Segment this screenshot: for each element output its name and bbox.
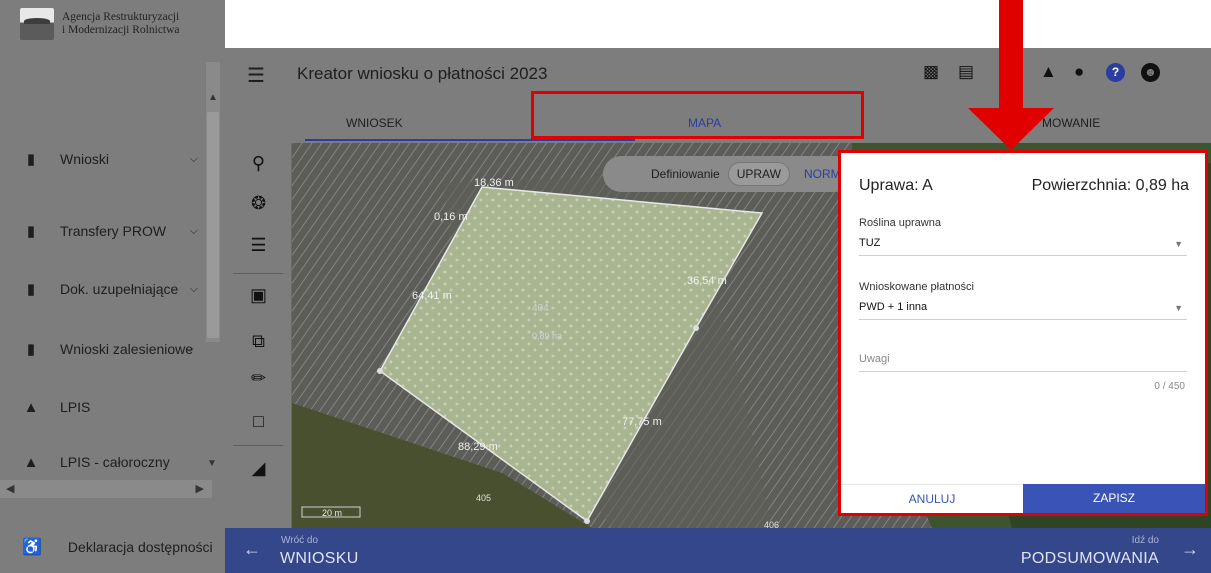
save-button[interactable]: ZAPISZ (1023, 484, 1205, 513)
sidebar-item-label: LPIS (60, 399, 91, 415)
definition-mode-toggle[interactable]: Definiowanie UPRAW NORM (603, 156, 853, 192)
clipboard-icon: ▮ (26, 281, 36, 298)
map-toolbar: ⚲ ❂ ☰ ▣ ⧉ ✏ □ ◢ (225, 143, 292, 528)
clipboard-icon: ▮ (26, 223, 36, 240)
edit-pencil-icon[interactable]: ✏ (225, 368, 292, 389)
sidebar-scrollbar-thumb[interactable] (207, 112, 219, 338)
highlight-frame-mapa-tab (531, 91, 864, 139)
cancel-button[interactable]: ANULUJ (841, 484, 1023, 513)
toggle-label: Definiowanie (651, 167, 720, 181)
annotation-arrow-icon (968, 0, 1054, 150)
scroll-left-icon[interactable]: ◀ (6, 482, 14, 495)
sidebar-item-lpis[interactable]: ▲ LPIS (0, 391, 210, 423)
sidebar-item-transfery-prow[interactable]: ▮ Transfery PROW ⌵ (0, 215, 210, 247)
back-caption: Wróć do (281, 535, 319, 546)
sidebar-item-label: Wnioski zalesieniowe (60, 341, 194, 357)
panel-title: Uprawa: A (859, 177, 933, 194)
arrow-left-icon[interactable]: ← (243, 539, 261, 560)
scroll-down-icon[interactable]: ▼ (207, 458, 217, 469)
edge-length-label: 77,75 m (622, 416, 662, 428)
sidebar-horizontal-scrollbar[interactable]: ◀ ▶ (0, 480, 212, 498)
bell-icon[interactable]: ● (1074, 62, 1084, 82)
payments-select[interactable]: PWD + 1 inna (859, 301, 927, 313)
crop-field-label: Roślina uprawna (859, 217, 941, 229)
copy-geometry-icon[interactable]: ⧉ (225, 331, 292, 352)
sidebar-item-label: Wnioski (60, 151, 110, 167)
sidebar-item-deklaracja-dostepnosci[interactable]: ♿ Deklaracja dostępności (0, 521, 225, 573)
menu-icon[interactable]: ☰ (247, 63, 265, 88)
sidebar-item-label: LPIS - całoroczny (60, 454, 170, 470)
select-area-icon[interactable]: ▣ (225, 285, 292, 306)
panel-area: Powierzchnia: 0,89 ha (1031, 177, 1189, 194)
page-title: Kreator wniosku o płatności 2023 (297, 64, 548, 83)
sidebar-item-lpis-caloroczny[interactable]: ▲ LPIS - całoroczny (0, 446, 210, 478)
toggle-option-norm[interactable]: NORM (804, 167, 841, 181)
sidebar-item-wnioski-zalesieniowe[interactable]: ▮ Wnioski zalesieniowe ⌵ (0, 333, 210, 365)
payments-field-label: Wnioskowane płatności (859, 281, 974, 293)
chevron-down-icon: ⌵ (189, 224, 198, 237)
sidebar-item-label: Dok. uzupełniające (60, 281, 179, 297)
help-icon[interactable]: ? (1106, 63, 1125, 82)
clipboard-icon: ▮ (26, 151, 36, 168)
accessibility-icon: ♿ (22, 539, 42, 556)
list-icon[interactable]: ☰ (225, 235, 292, 256)
rectangle-select-icon[interactable]: □ (225, 411, 292, 432)
scroll-right-icon[interactable]: ▶ (196, 482, 204, 495)
declaration-label: Deklaracja dostępności (67, 539, 213, 555)
arrow-right-icon[interactable]: → (1181, 539, 1199, 560)
scroll-up-icon[interactable]: ▲ (208, 92, 218, 103)
crop-plant-icon[interactable]: ❂ (225, 193, 292, 214)
parcel-area-label: 0,89 ha (532, 331, 562, 341)
scale-bar-label: 20 m (322, 508, 342, 518)
crop-select[interactable]: TUZ (859, 237, 880, 249)
agency-emblem-icon (20, 8, 54, 40)
chevron-down-icon: ⌵ (189, 152, 198, 165)
sidebar-item-wnioski[interactable]: ▮ Wnioski ⌵ (0, 143, 210, 175)
mountain-icon: ▲ (23, 398, 39, 416)
clipboard-icon: ▮ (26, 341, 36, 358)
caret-down-icon[interactable]: ▼ (1174, 303, 1183, 313)
edge-length-label: 88,29 m (458, 441, 498, 453)
tab-wniosek[interactable]: WNIOSEK (346, 116, 403, 130)
sidebar-item-label: Transfery PROW (60, 223, 167, 239)
parcel-number-label: 404 (532, 303, 549, 314)
notes-input[interactable]: Uwagi (859, 353, 890, 365)
edge-length-label: 0,16 m (434, 211, 468, 223)
mountain-icon: ▲ (23, 453, 39, 471)
edge-length-label: 36,54 m (687, 275, 727, 287)
parcel-number-label: 406 (764, 520, 779, 528)
edge-length-label: 64,41 m (412, 290, 452, 302)
next-caption: Idź do (1131, 535, 1159, 546)
logo-line-2: i Modernizacji Rolnictwa (62, 24, 180, 36)
caret-down-icon[interactable]: ▼ (1174, 239, 1183, 249)
logo: Agencja Restrukturyzacji i Modernizacji … (0, 0, 225, 48)
notes-counter: 0 / 450 (1154, 381, 1185, 392)
edge-length-label: 18,36 m (474, 177, 514, 189)
measure-icon[interactable]: ◢ (225, 458, 292, 479)
bottom-navigation: ← Wróć do WNIOSKU Idź do PODSUMOWANIA → (225, 528, 1211, 573)
save-icon[interactable]: ▩ (923, 62, 939, 82)
toggle-option-upraw[interactable]: UPRAW (727, 162, 790, 186)
go-to-podsumowanie-button[interactable]: PODSUMOWANIA (1021, 550, 1159, 568)
user-account-icon[interactable]: ☻ (1141, 63, 1160, 82)
search-icon[interactable]: ⚲ (225, 153, 292, 174)
parcel-number-label: 405 (476, 493, 491, 503)
chevron-down-icon: ⌵ (189, 282, 198, 295)
chevron-down-icon: ⌵ (185, 342, 194, 355)
crop-edit-panel: Uprawa: A Powierzchnia: 0,89 ha Roślina … (838, 150, 1208, 516)
active-tab-indicator (305, 139, 635, 141)
back-to-wniosek-button[interactable]: WNIOSKU (280, 550, 359, 568)
logo-line-1: Agencja Restrukturyzacji (62, 11, 180, 23)
sidebar-item-dok-uzupelniajace[interactable]: ▮ Dok. uzupełniające ⌵ (0, 273, 210, 305)
